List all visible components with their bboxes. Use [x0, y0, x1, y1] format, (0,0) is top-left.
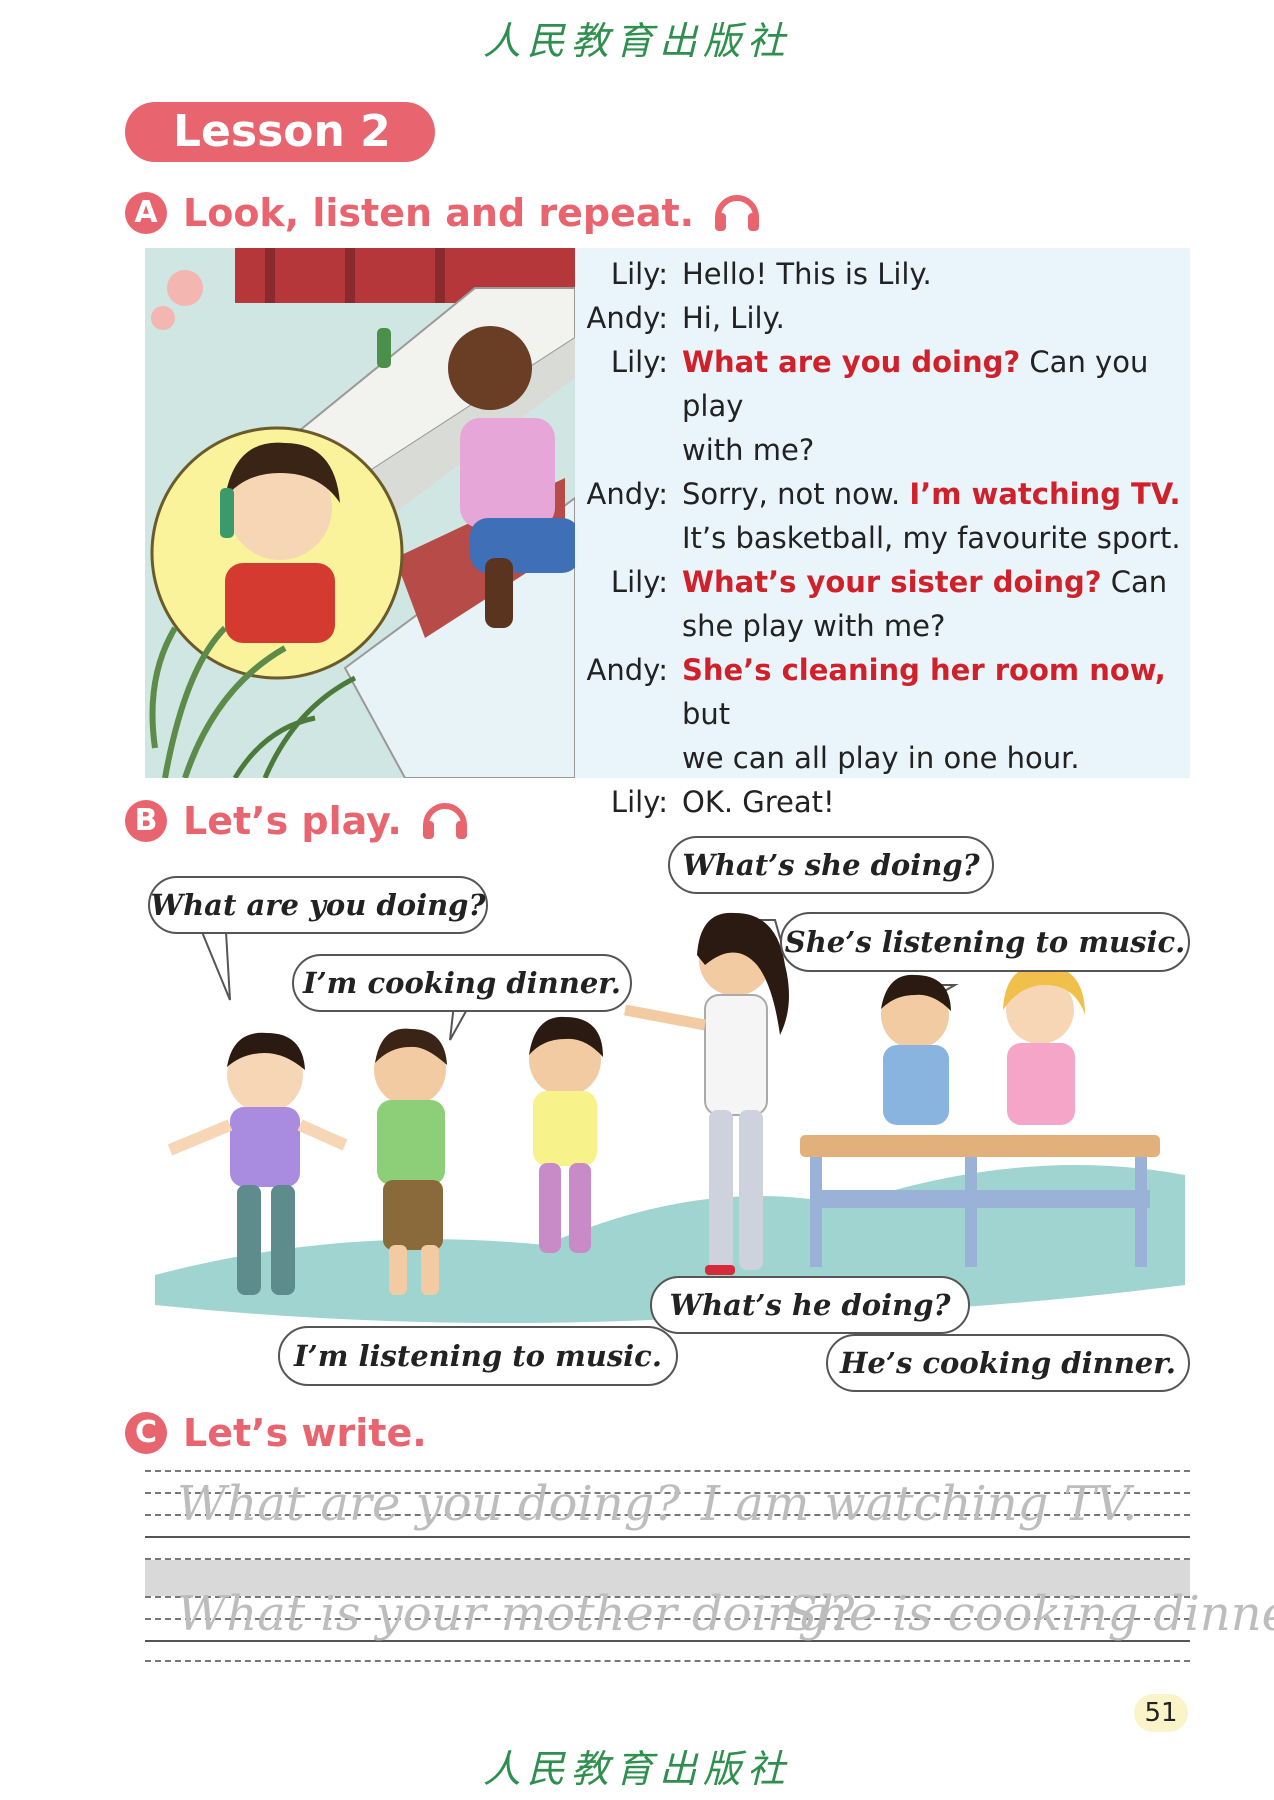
dialog-text: we can all play in one hour. [668, 736, 1210, 780]
dialog-text: she play with me? [668, 604, 1210, 648]
trace-answer-1: I am watching TV. [701, 1476, 1138, 1532]
dialog-phrase: OK. Great! [682, 785, 835, 819]
bubble-whats-she-doing: What’s she doing? [668, 836, 994, 894]
section-b-heading: B Let’s play. [125, 796, 472, 846]
dialog: Lily: Hello! This is Lily. Andy: Hi, Lily. L… [570, 252, 1210, 824]
dialog-line: Andy: She’s cleaning her room now, but [570, 648, 1210, 736]
dialog-speaker [570, 428, 668, 472]
dialog-speaker: Andy: [586, 653, 668, 687]
section-a-badge: A [125, 192, 167, 234]
dialog-key-phrase: I’m watching TV. [909, 477, 1181, 511]
trace-question-2: What is your mother doing? [177, 1586, 855, 1642]
dialog-line: It’s basketball, my favourite sport. [570, 516, 1210, 560]
dialog-phrase: but [682, 697, 731, 731]
dialog-text: Hello! This is Lily. [668, 252, 1210, 296]
dialog-phrase: Hi, Lily. [682, 301, 785, 335]
section-a-heading: A Look, listen and repeat. [125, 188, 764, 238]
dialog-speaker: Lily: [610, 565, 668, 599]
bubble-im-listening-to-music: I’m listening to music. [278, 1326, 678, 1386]
dialog-text: OK. Great! [668, 780, 1210, 824]
bubble-im-cooking-dinner: I’m cooking dinner. [292, 954, 632, 1012]
guide-line [145, 1470, 1190, 1472]
dialog-speaker [570, 736, 668, 780]
headphones-icon[interactable] [418, 795, 472, 847]
section-c-badge: C [125, 1412, 167, 1454]
dialog-phrase: with me? [682, 433, 815, 467]
bubble-hes-cooking-dinner: He’s cooking dinner. [826, 1334, 1190, 1392]
dialog-phrase: Sorry, not now. [682, 477, 910, 511]
trace-question-1: What are you doing? [177, 1476, 681, 1532]
writing-practice: What are you doing? I am watching TV. Wh… [145, 1470, 1274, 1662]
lesson-title: Lesson 2 [125, 102, 435, 162]
section-c-title: Let’s write. [183, 1411, 427, 1455]
dialog-line: Andy: Hi, Lily. [570, 296, 1210, 340]
dialog-text: What’s your sister doing? Can [668, 560, 1210, 604]
dialog-line: she play with me? [570, 604, 1210, 648]
dialog-line: Lily: What’s your sister doing? Can [570, 560, 1210, 604]
dialog-line: we can all play in one hour. [570, 736, 1210, 780]
base-line [145, 1536, 1190, 1538]
section-b-badge: B [125, 800, 167, 842]
publisher-logo-bottom: 人民教育出版社 [482, 1747, 791, 1791]
dialog-text: with me? [668, 428, 1210, 472]
section-a-title: Look, listen and repeat. [183, 191, 695, 235]
dialog-speaker: Lily: [610, 345, 668, 379]
guide-line [145, 1660, 1190, 1662]
publisher-logo-top: 人民教育出版社 [482, 19, 791, 63]
dialog-text: Sorry, not now. I’m watching TV. [668, 472, 1210, 516]
section-b-title: Let’s play. [183, 799, 402, 843]
headphones-icon[interactable] [710, 187, 764, 239]
dialog-phrase: she play with me? [682, 609, 946, 643]
dialog-speaker: Lily: [610, 257, 668, 291]
dialog-phrase: Can [1101, 565, 1168, 599]
dialog-line: Lily: Hello! This is Lily. [570, 252, 1210, 296]
dialog-line: Lily: OK. Great! [570, 780, 1210, 824]
dialog-speaker [570, 516, 668, 560]
dialog-line: with me? [570, 428, 1210, 472]
dialog-phrase: Hello! This is Lily. [682, 257, 932, 291]
dialog-line: Andy: Sorry, not now. I’m watching TV. [570, 472, 1210, 516]
dialog-key-phrase: What are you doing? [682, 345, 1021, 379]
dialog-text: She’s cleaning her room now, but [668, 648, 1210, 736]
section-c-heading: C Let’s write. [125, 1408, 427, 1458]
dialog-line: Lily: What are you doing? Can you play [570, 340, 1210, 428]
dialog-speaker: Andy: [586, 301, 668, 335]
dialog-key-phrase: She’s cleaning her room now, [682, 653, 1166, 687]
dialog-text: Hi, Lily. [668, 296, 1210, 340]
dialog-speaker [570, 604, 668, 648]
dialog-speaker: Andy: [586, 477, 668, 511]
dialog-text: It’s basketball, my favourite sport. [668, 516, 1210, 560]
bubble-shes-listening-to-music: She’s listening to music. [780, 912, 1190, 972]
dialog-key-phrase: What’s your sister doing? [682, 565, 1102, 599]
bubble-whats-he-doing: What’s he doing? [650, 1276, 970, 1334]
dialog-speaker: Lily: [610, 785, 668, 819]
bubble-what-are-you-doing: What are you doing? [148, 876, 488, 934]
dialog-phrase: It’s basketball, my favourite sport. [682, 521, 1181, 555]
dialog-text: What are you doing? Can you play [668, 340, 1210, 428]
dialog-phrase: we can all play in one hour. [682, 741, 1080, 775]
page-number: 51 [1134, 1694, 1188, 1732]
trace-answer-2: She is cooking dinner. [785, 1586, 1274, 1642]
